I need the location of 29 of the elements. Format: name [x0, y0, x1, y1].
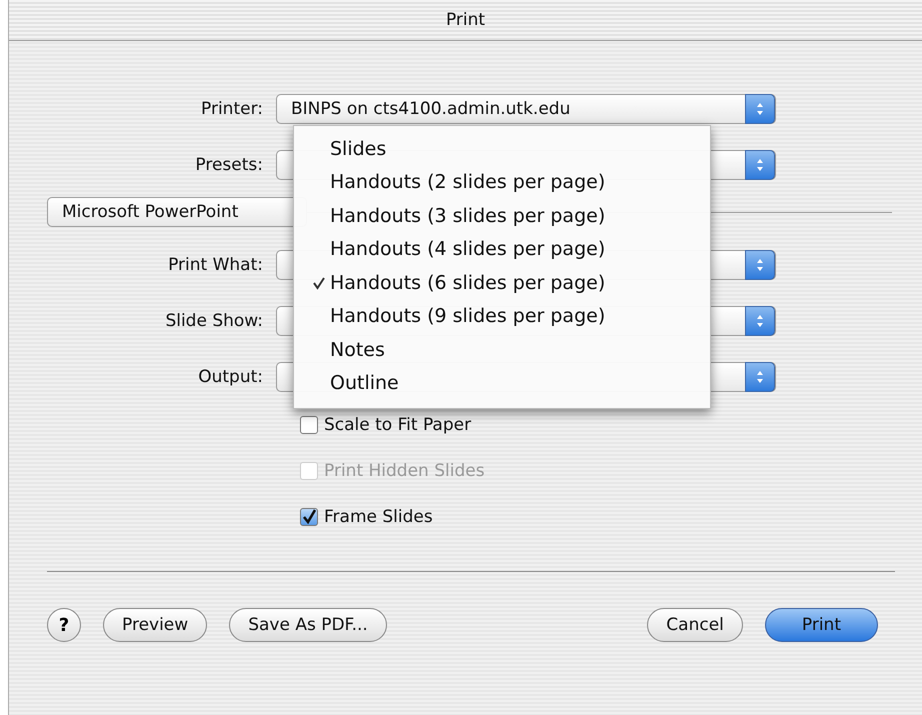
menu-item[interactable]: Outline — [294, 366, 710, 400]
checkbox[interactable] — [300, 508, 318, 526]
menu-item[interactable]: Slides — [294, 132, 710, 166]
window-title: Print — [446, 10, 486, 30]
cancel-button[interactable]: Cancel — [647, 608, 743, 642]
help-button[interactable]: ? — [47, 608, 81, 642]
stepper-arrows-icon — [745, 94, 775, 124]
checkbox-label: Print Hidden Slides — [324, 461, 485, 481]
stepper-arrows-icon — [745, 306, 775, 336]
stepper-arrows-icon — [745, 150, 775, 180]
field-label: Presets: — [194, 155, 264, 175]
menu-item[interactable]: Notes — [294, 333, 710, 366]
checkbox-label: Scale to Fit Paper — [324, 415, 472, 435]
field-label: Printer: — [200, 99, 264, 119]
menu-item[interactable]: Handouts (9 slides per page) — [294, 300, 710, 333]
field-label: Output: — [197, 367, 264, 387]
field-label: Print What: — [167, 255, 264, 275]
print-button[interactable]: Print — [764, 608, 878, 642]
field-label: Slide Show: — [164, 311, 264, 331]
action-button[interactable]: Save As PDF... — [229, 608, 387, 642]
checkbox[interactable] — [300, 416, 318, 434]
popup-menu[interactable]: BINPS on cts4100.admin.utk.edu — [276, 94, 776, 124]
menu-item[interactable]: Handouts (4 slides per page) — [294, 232, 710, 266]
stepper-arrows-icon — [745, 250, 775, 280]
action-button[interactable]: Preview — [103, 608, 208, 642]
menu-item[interactable]: Handouts (6 slides per page) — [294, 266, 710, 300]
stepper-arrows-icon — [745, 362, 775, 392]
menu-item[interactable]: Handouts (2 slides per page) — [294, 166, 710, 199]
checkbox-label: Frame Slides — [324, 507, 433, 527]
